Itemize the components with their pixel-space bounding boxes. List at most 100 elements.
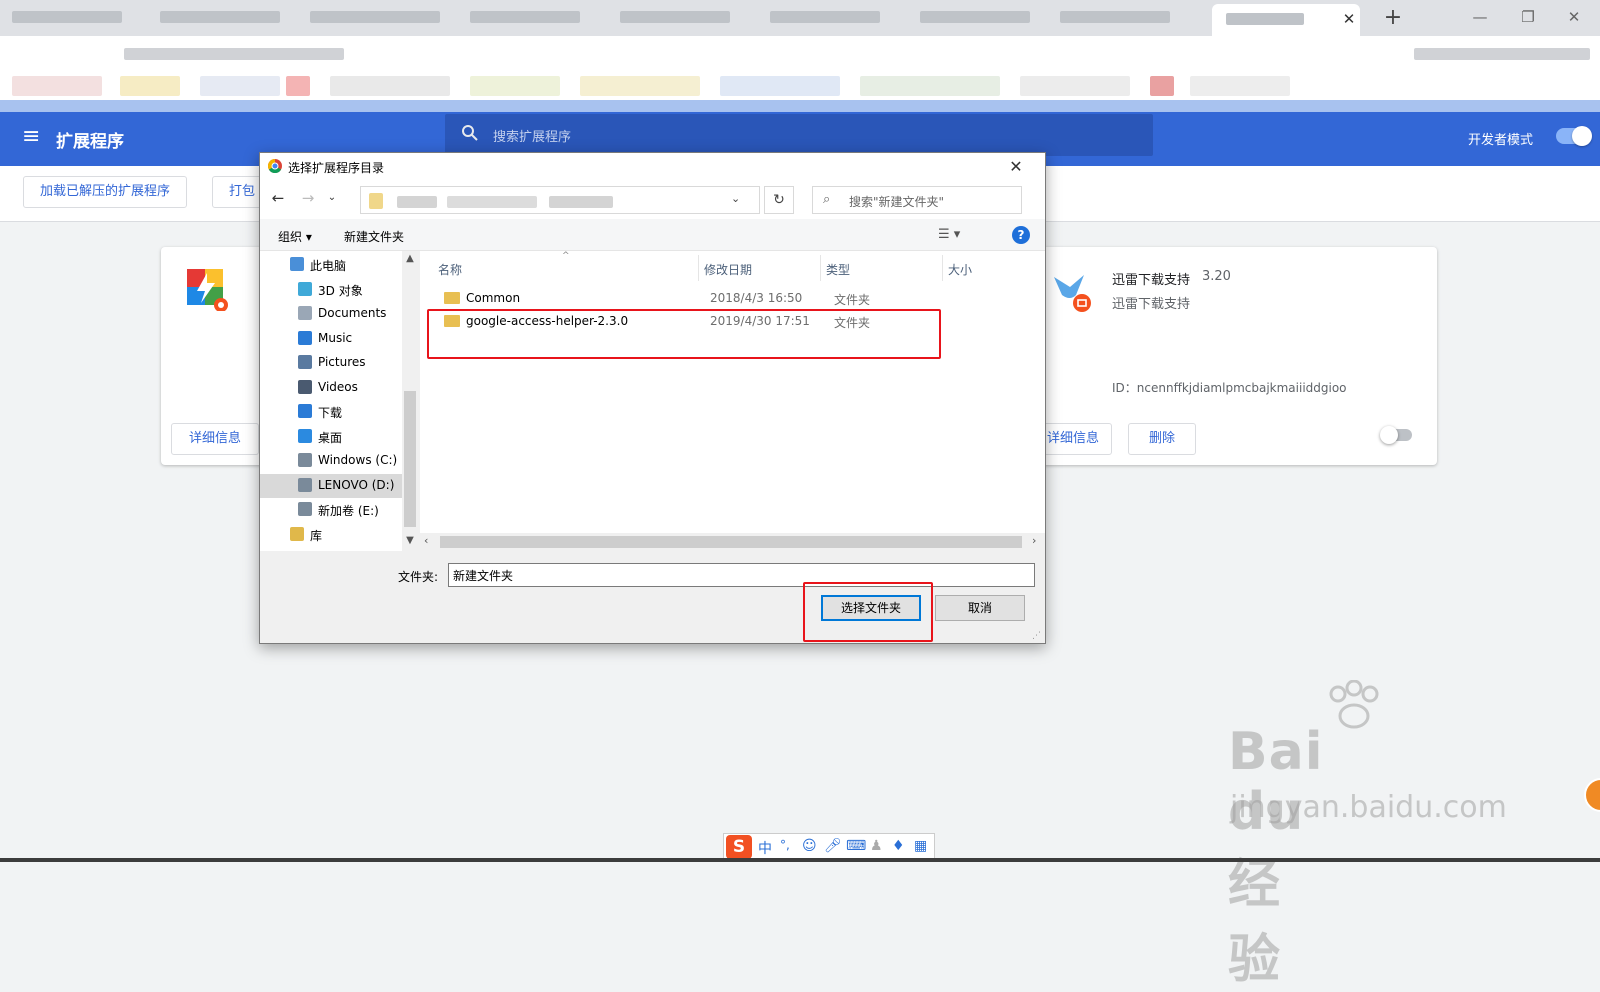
column-type-header[interactable]: 类型 — [826, 261, 850, 278]
punctuation-mode-icon[interactable]: °, — [780, 838, 790, 852]
nav-item[interactable]: Videos — [260, 376, 402, 400]
nav-item[interactable]: 新加卷 (E:) — [260, 498, 402, 522]
scroll-up-icon[interactable]: ▲ — [402, 253, 418, 267]
folder-name-input[interactable]: 新建文件夹 — [448, 563, 1035, 587]
keyboard-icon[interactable]: ⌨ — [846, 838, 866, 854]
scroll-right-icon[interactable]: › — [1032, 534, 1036, 547]
file-row[interactable]: Common 2018/4/3 16:50 文件夹 — [438, 288, 1038, 310]
refresh-icon[interactable]: ↻ — [764, 186, 794, 214]
page-top-strip — [0, 100, 1600, 112]
highlight-box-select-button — [803, 582, 933, 642]
back-arrow-icon[interactable]: ← — [268, 189, 288, 211]
extension-version: 3.20 — [1202, 269, 1231, 284]
pictures-icon — [298, 355, 312, 369]
menu-icon[interactable]: ≡ — [22, 126, 46, 150]
blurred-tab[interactable] — [160, 11, 280, 23]
nav-item[interactable]: 下载 — [260, 400, 402, 424]
horizontal-scrollbar[interactable]: ‹ › — [420, 533, 1045, 551]
nav-item[interactable]: 3D 对象 — [260, 278, 402, 302]
address-bar[interactable] — [0, 36, 1600, 72]
dialog-address-area: ⌄ ↻ ⌕ 搜索"新建文件夹" — [360, 186, 1040, 214]
remove-button[interactable]: 删除 — [1128, 423, 1196, 455]
paw-logo-icon — [1324, 679, 1379, 729]
nav-item[interactable]: 桌面 — [260, 425, 402, 449]
column-date-header[interactable]: 修改日期 — [704, 261, 752, 278]
new-tab-icon[interactable]: + — [1380, 6, 1406, 32]
emoji-icon[interactable]: ☺ — [802, 838, 817, 854]
blurred-tab[interactable] — [470, 11, 580, 23]
highlight-box-folder — [427, 309, 941, 359]
tab-close-icon[interactable]: ✕ — [1338, 8, 1360, 30]
ime-toolbar: S 中 °, ☺ 🎤︎ ⌨ ♟ ♦ ▦ — [723, 833, 935, 861]
navigation-pane: 此电脑 3D 对象 Documents Music Pictures Videos 下载桌面… — [260, 251, 418, 551]
dialog-title: 选择扩展程序目录 — [288, 161, 385, 175]
blurred-tab[interactable] — [620, 11, 730, 23]
nav-item-label: 桌面 — [318, 430, 343, 445]
blurred-tab[interactable] — [310, 11, 440, 23]
blurred-tab[interactable] — [1060, 11, 1170, 23]
nav-item-label: 库 — [310, 528, 323, 543]
path-breadcrumb-field[interactable]: ⌄ — [360, 186, 760, 214]
resize-grip-icon[interactable]: ⋰ — [1032, 631, 1041, 641]
floating-badge-icon[interactable] — [1584, 778, 1600, 812]
details-button[interactable]: 详细信息 — [171, 423, 259, 455]
window-close-icon[interactable]: ✕ — [1560, 4, 1588, 30]
scroll-left-icon[interactable]: ‹ — [424, 534, 428, 547]
extension-enable-toggle[interactable] — [1380, 426, 1412, 444]
restore-icon[interactable]: ❐ — [1514, 4, 1542, 30]
blurred-extensions — [1414, 48, 1590, 60]
nav-item[interactable]: Pictures — [260, 351, 402, 375]
xunlei-bird-icon — [1050, 269, 1094, 313]
forward-arrow-icon[interactable]: → — [298, 189, 318, 211]
developer-mode-toggle[interactable] — [1556, 126, 1592, 146]
extension-card-xunlei: 迅雷下载支持 3.20 迅雷下载支持 ID：ncennffkjdiamlpmcb… — [1034, 247, 1437, 465]
organize-menu[interactable]: 组织 ▾ — [278, 228, 312, 245]
nav-item[interactable]: 库 — [260, 523, 402, 547]
sogou-logo-icon[interactable]: S — [726, 835, 752, 859]
sort-ascending-icon: ^ — [562, 251, 570, 261]
blurred-tab[interactable] — [920, 11, 1030, 23]
nav-item-label: Music — [318, 330, 353, 345]
column-size-header[interactable]: 大小 — [948, 261, 972, 278]
user-icon[interactable]: ♟ — [870, 838, 883, 854]
extensions-search-input[interactable]: 搜索扩展程序 — [445, 114, 1153, 156]
scroll-down-icon[interactable]: ▼ — [402, 535, 418, 549]
skin-icon[interactable]: ♦ — [892, 838, 905, 854]
column-name-header[interactable]: 名称 — [438, 261, 462, 278]
nav-item[interactable]: Windows (C:) — [260, 449, 402, 473]
documents-icon — [298, 306, 312, 320]
dialog-close-icon[interactable]: ✕ — [1004, 155, 1028, 179]
file-list: 名称 ^ 修改日期 类型 大小 Common 2018/4/3 16:50 文件夹 g… — [420, 251, 1045, 551]
path-dropdown-chevron-icon[interactable]: ⌄ — [731, 192, 751, 210]
new-folder-button[interactable]: 新建文件夹 — [344, 228, 404, 245]
nav-item-label: 下载 — [318, 406, 343, 420]
extension-id: ID：ncennffkjdiamlpmcbajkmaiiiddgioo — [1112, 381, 1347, 395]
folder-icon — [444, 292, 460, 304]
help-icon[interactable]: ? — [1012, 226, 1030, 244]
microphone-icon[interactable]: 🎤︎ — [824, 838, 842, 854]
folder-name-value: 新建文件夹 — [453, 569, 514, 583]
view-options-icon[interactable]: ☰ ▾ — [938, 227, 960, 242]
horizontal-scroll-thumb[interactable] — [440, 536, 1022, 548]
videos-icon — [298, 379, 312, 394]
nav-item-label: Documents — [318, 306, 387, 320]
toolbox-grid-icon[interactable]: ▦ — [914, 838, 927, 854]
minimize-icon[interactable]: — — [1466, 4, 1494, 30]
nav-item-label: Pictures — [318, 355, 366, 369]
blurred-tab[interactable] — [12, 11, 122, 23]
nav-item[interactable]: 此电脑 — [260, 253, 402, 277]
nav-item[interactable]: Documents — [260, 302, 402, 326]
dialog-search-input[interactable]: ⌕ 搜索"新建文件夹" — [812, 186, 1022, 214]
blurred-path-segment — [447, 196, 537, 208]
chinese-mode-toggle[interactable]: 中 — [758, 838, 772, 858]
load-unpacked-button[interactable]: 加载已解压的扩展程序 — [23, 176, 188, 208]
cancel-button[interactable]: 取消 — [935, 595, 1025, 621]
nav-item[interactable]: LENOVO (D:) — [260, 473, 402, 498]
nav-scroll-thumb[interactable] — [404, 391, 416, 527]
dialog-command-bar: 组织 ▾ 新建文件夹 ☰ ▾ ? — [260, 219, 1045, 251]
recent-locations-chevron-icon[interactable]: ⌄ — [322, 192, 342, 214]
blurred-url — [124, 48, 344, 60]
nav-item-label: Windows (C:) — [318, 453, 398, 467]
blurred-tab[interactable] — [770, 11, 880, 23]
nav-item[interactable]: Music — [260, 327, 402, 351]
